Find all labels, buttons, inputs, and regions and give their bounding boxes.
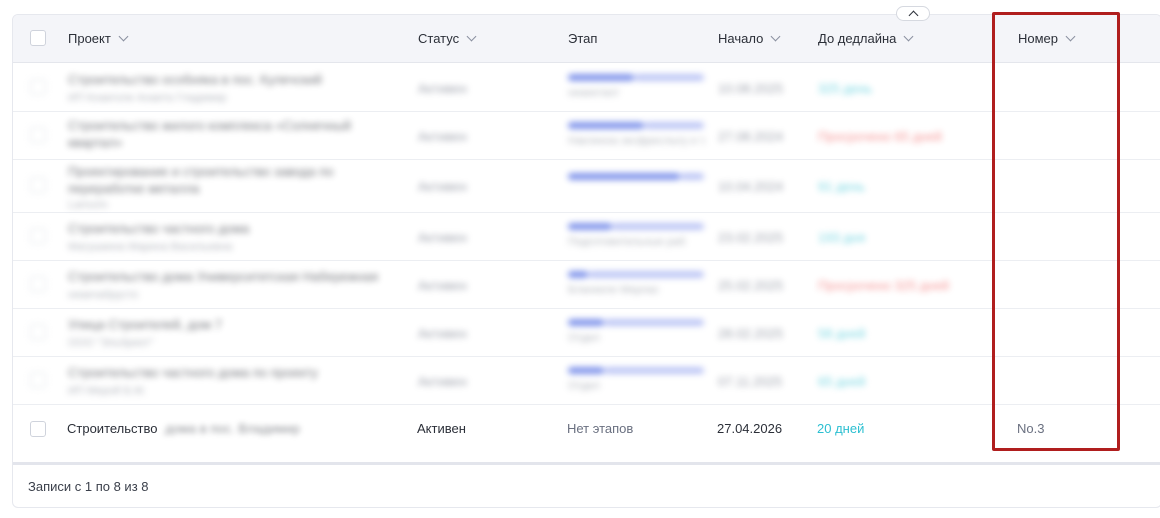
- start-date: 10.08.2025: [718, 81, 784, 96]
- chevron-down-icon: [118, 31, 129, 42]
- stage-text: Нет этапов: [567, 421, 634, 436]
- stage-subtitle: ниаектаот: [568, 87, 620, 99]
- deadline-text: Просрочено 65 дней: [818, 129, 942, 144]
- table-row[interactable]: Улица Строителей, дом 7 ООО "Эльбриот" А…: [13, 308, 1160, 357]
- table-row[interactable]: Строительство частного дома по проекту И…: [13, 356, 1160, 405]
- deadline-text: 65 дней: [818, 374, 866, 389]
- select-all-checkbox[interactable]: [30, 30, 46, 46]
- start-date: 27.04.2026: [717, 421, 783, 436]
- column-header-stage[interactable]: Этап: [568, 15, 597, 62]
- table-header: Проект Статус Этап Начало До дедлайна Но…: [13, 15, 1160, 63]
- project-title[interactable]: Строительство дома Университетская Набер…: [68, 269, 378, 284]
- project-subtitle: ИП Кнаеголи Анаета Гладимир: [68, 92, 227, 104]
- chevron-down-icon: [903, 31, 914, 42]
- stage-subtitle: Подготовительные раб: [568, 236, 686, 248]
- project-title-redacted: дома в пос. Владимир: [165, 421, 300, 436]
- project-subtitle: ИП Мерой Б.М.: [68, 385, 147, 397]
- row-checkbox[interactable]: [30, 421, 46, 437]
- table-row[interactable]: Строительство дома в пос. Владимир Актив…: [13, 404, 1160, 456]
- row-checkbox[interactable]: [30, 372, 46, 388]
- start-date: 10.04.2024: [718, 179, 784, 194]
- stage-progress-bar: [568, 122, 644, 129]
- project-title[interactable]: Строительство частного дома по проекту: [68, 365, 318, 380]
- deadline-text: Просрочено 325 дней: [818, 278, 950, 293]
- deadline-text: 325 день: [818, 81, 873, 96]
- table-row[interactable]: Строительство частного дома Магушкина Ма…: [13, 212, 1160, 261]
- table-row[interactable]: Строительство жилого комплекса «Солнечны…: [13, 111, 1160, 160]
- projects-table: Проект Статус Этап Начало До дедлайна Но…: [12, 14, 1160, 508]
- project-title[interactable]: Строительство дома в пос. Владимир: [67, 421, 300, 436]
- start-date: 07.11.2025: [718, 374, 783, 389]
- row-checkbox[interactable]: [30, 228, 46, 244]
- deadline-text: 193 дня: [818, 230, 866, 245]
- start-date: 27.08.2024: [718, 129, 784, 144]
- table-row[interactable]: Строительство особняка в пос. Кулечский …: [13, 63, 1160, 112]
- project-title[interactable]: Строительство особняка в пос. Кулечский: [68, 72, 322, 87]
- row-checkbox[interactable]: [30, 79, 46, 95]
- deadline-text: 58 дней: [818, 326, 866, 341]
- column-header-start[interactable]: Начало: [718, 15, 781, 62]
- deadline-text: 20 дней: [817, 421, 865, 436]
- stage-progress-rest: [604, 319, 704, 326]
- stage-progress-bar: [568, 173, 680, 180]
- status-text: Активен: [418, 230, 467, 245]
- column-label: До дедлайна: [818, 31, 897, 46]
- stage-subtitle: Наклиноа эксфреслыгу и т.: [568, 135, 707, 147]
- stage-progress-rest: [644, 122, 704, 129]
- status-text: Активен: [417, 421, 466, 436]
- stage-progress-bar: [568, 74, 634, 81]
- stage-subtitle: Отдел: [568, 332, 600, 344]
- column-header-project[interactable]: Проект: [68, 15, 129, 62]
- row-checkbox[interactable]: [30, 324, 46, 340]
- chevron-down-icon: [770, 31, 781, 42]
- stage-progress-rest: [634, 74, 704, 81]
- table-footer: Записи с 1 по 8 из 8: [13, 462, 1160, 507]
- chevron-down-icon: [466, 31, 477, 42]
- stage-progress-bar: [568, 367, 604, 374]
- column-label: Проект: [68, 31, 111, 46]
- status-text: Активен: [418, 374, 467, 389]
- records-count: Записи с 1 по 8 из 8: [28, 479, 149, 494]
- column-header-status[interactable]: Статус: [418, 15, 477, 62]
- stage-progress-bar: [568, 319, 604, 326]
- start-date: 25.02.2025: [718, 278, 784, 293]
- stage-progress-bar: [568, 271, 588, 278]
- start-date: 23.02.2025: [718, 230, 784, 245]
- stage-subtitle: Бланкеле Мерлас: [568, 284, 660, 296]
- project-subtitle: ООО "Эльбриот": [68, 337, 154, 349]
- collapse-header-button[interactable]: [896, 6, 930, 21]
- project-title[interactable]: Проектирование и строительство завода по…: [68, 163, 358, 197]
- stage-subtitle: Отдел: [568, 380, 600, 392]
- row-checkbox[interactable]: [30, 177, 46, 193]
- status-text: Активен: [418, 179, 467, 194]
- column-header-deadline[interactable]: До дедлайна: [818, 15, 914, 62]
- column-label: Начало: [718, 31, 764, 46]
- stage-progress-rest: [680, 173, 704, 180]
- project-title[interactable]: Строительство частного дома: [68, 221, 249, 236]
- chevron-up-icon: [908, 10, 918, 21]
- status-text: Активен: [418, 326, 467, 341]
- stage-progress-rest: [588, 271, 704, 278]
- project-title[interactable]: Улица Строителей, дом 7: [68, 317, 222, 332]
- column-label: Этап: [568, 31, 598, 46]
- status-text: Активен: [418, 278, 467, 293]
- row-checkbox[interactable]: [30, 127, 46, 143]
- project-subtitle: Lamurin: [68, 199, 108, 211]
- table-row[interactable]: Проектирование и строительство завода по…: [13, 159, 1160, 213]
- stage-progress-bar: [568, 223, 612, 230]
- status-text: Активен: [418, 129, 467, 144]
- project-subtitle: ниаечабрусто: [68, 289, 139, 301]
- project-subtitle: Магушкина Марина Васильевна: [68, 241, 233, 253]
- row-checkbox[interactable]: [30, 276, 46, 292]
- highlight-frame-number-column: [992, 12, 1120, 451]
- table-row[interactable]: Строительство дома Университетская Набер…: [13, 260, 1160, 309]
- deadline-text: 91 день: [818, 179, 865, 194]
- stage-progress-rest: [612, 223, 704, 230]
- column-label: Статус: [418, 31, 460, 46]
- project-title-text: Строительство: [67, 421, 158, 436]
- stage-progress-rest: [604, 367, 704, 374]
- status-text: Активен: [418, 81, 467, 96]
- project-title[interactable]: Строительство жилого комплекса «Солнечны…: [68, 117, 358, 151]
- start-date: 28.02.2025: [718, 326, 784, 341]
